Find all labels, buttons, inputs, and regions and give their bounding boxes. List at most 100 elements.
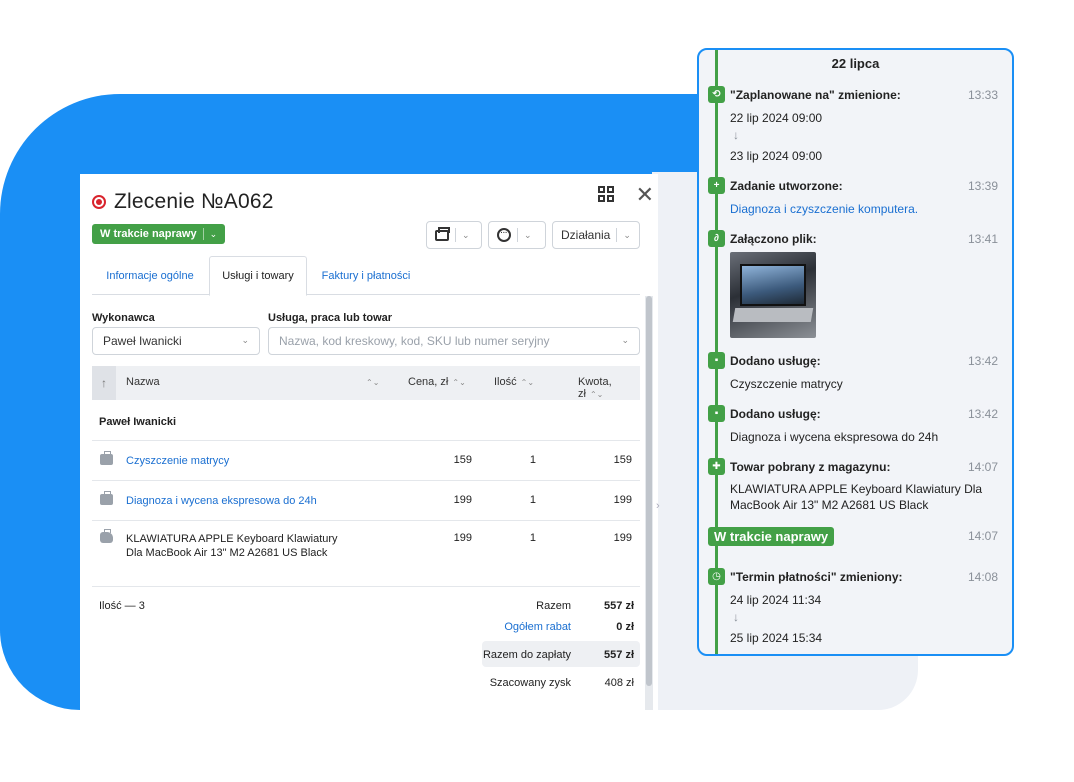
profit-label: Szacowany zysk — [489, 677, 571, 689]
task-link[interactable]: Diagnoza i czyszczenie komputera. — [730, 201, 986, 217]
printer-icon — [435, 226, 450, 241]
timeline-date: 22 lipca — [831, 56, 880, 71]
sort-icon: ⌃⌄ — [452, 378, 466, 387]
briefcase-icon: ▪ — [708, 405, 725, 422]
event-text: Diagnoza i wycena ekspresowa do 24h — [730, 430, 939, 444]
executor-value: Paweł Iwanicki — [103, 334, 182, 348]
item-name-link[interactable]: Czyszczenie matrycy — [126, 454, 356, 468]
item-amount: 199 — [613, 532, 632, 544]
chevron-down-icon: ⌄ — [241, 335, 249, 345]
chat-icon: ··· — [497, 228, 511, 242]
service-placeholder: Nazwa, kod kreskowy, kod, SKU lub numer … — [279, 334, 550, 348]
status-label: W trakcie naprawy — [100, 228, 197, 240]
service-label: Usługa, praca lub towar — [268, 312, 393, 324]
table-row: Czyszczenie matrycy 159 1 159 — [92, 440, 640, 480]
event-time: 14:08 — [967, 570, 998, 584]
tab-general-info[interactable]: Informacje ogólne — [92, 256, 208, 295]
chevron-down-icon: ⌄ — [524, 229, 532, 240]
item-name-link[interactable]: Diagnoza i wycena ekspresowa do 24h — [126, 494, 356, 508]
table-row: Diagnoza i wycena ekspresowa do 24h 199 … — [92, 480, 640, 520]
executor-label: Wykonawca — [92, 312, 155, 324]
event-time: 14:07 — [967, 529, 998, 543]
to-pay-label: Razem do zapłaty — [482, 649, 571, 661]
event-title: Zadanie utworzone: — [730, 179, 843, 193]
table-row: KLAWIATURA APPLE Keyboard Klawiatury Dla… — [92, 520, 640, 587]
record-icon — [92, 195, 106, 209]
discount-link[interactable]: Ogółem rabat — [504, 621, 571, 633]
marketing-stage: Zlecenie №A062 ✕ W trakcie naprawy ⌄ ⌄ ·… — [0, 0, 1074, 782]
puzzle-icon: ✚ — [708, 458, 725, 475]
sort-icon[interactable]: ⌃⌄ — [362, 376, 379, 388]
briefcase-icon: ▪ — [708, 352, 725, 369]
qr-code-icon[interactable] — [598, 186, 614, 202]
event-title: "Zaplanowane na" zmienione: — [730, 88, 901, 102]
down-arrow-icon: ↓ — [733, 610, 739, 624]
event-to: 23 lip 2024 09:00 — [730, 149, 823, 163]
product-puzzle-icon — [100, 529, 113, 543]
order-title: Zlecenie №A062 — [114, 190, 274, 213]
to-pay-value: 557 zł — [604, 649, 634, 661]
group-executor-name: Paweł Iwanicki — [99, 416, 177, 428]
attachment-thumbnail[interactable] — [730, 252, 816, 338]
chevron-down-icon: ⌄ — [623, 229, 631, 240]
table-header: ↑ Nazwa ⌃⌄ Cena, zł ⌃⌄ Ilość ⌃⌄ Kwota, zł ⌃… — [92, 366, 640, 400]
sort-icon: ⌃⌄ — [589, 390, 604, 399]
event-time: 13:42 — [967, 354, 998, 368]
column-qty[interactable]: Ilość ⌃⌄ — [494, 376, 534, 388]
quantity-total: Ilość — 3 — [99, 600, 145, 612]
close-icon[interactable]: ✕ — [636, 182, 654, 208]
event-title: Załączono plik: — [730, 232, 817, 246]
status-badge: W trakcie naprawy — [708, 527, 835, 546]
total-value: 557 zł — [604, 600, 634, 612]
scrollbar-thumb[interactable] — [646, 296, 652, 686]
tab-invoices-payments[interactable]: Faktury i płatności — [308, 256, 424, 295]
toolbar: W trakcie naprawy ⌄ ⌄ ··· ⌄ Działania ⌄ — [92, 221, 640, 249]
chevron-down-icon: ⌄ — [209, 228, 218, 239]
service-search-input[interactable]: Nazwa, kod kreskowy, kod, SKU lub numer … — [268, 327, 640, 355]
title-row: Zlecenie №A062 — [92, 182, 646, 222]
item-qty: 1 — [529, 454, 536, 466]
event-from: 22 lip 2024 09:00 — [730, 111, 823, 125]
event-text: KLAWIATURA APPLE Keyboard Klawiatury Dla… — [730, 482, 983, 512]
event-time: 13:41 — [967, 232, 998, 246]
plus-icon: + — [708, 177, 725, 194]
chevron-right-icon[interactable]: › — [656, 500, 660, 512]
item-price: 199 — [453, 494, 472, 506]
tab-services-goods[interactable]: Usługi i towary — [209, 256, 307, 296]
sort-icon: ⌃⌄ — [520, 378, 535, 387]
calendar-change-icon: ⟲ — [708, 86, 725, 103]
column-name[interactable]: Nazwa — [126, 376, 160, 388]
item-price: 159 — [453, 454, 472, 466]
column-price[interactable]: Cena, zł ⌃⌄ — [408, 376, 466, 388]
actions-label: Działania — [561, 228, 611, 242]
event-from: 24 lip 2024 11:34 — [730, 593, 822, 607]
event-time: 13:39 — [967, 179, 998, 193]
message-button[interactable]: ··· ⌄ — [488, 221, 546, 249]
executor-select[interactable]: Paweł Iwanicki ⌄ — [92, 327, 260, 355]
column-amount[interactable]: Kwota, zł ⌃⌄ — [578, 376, 640, 400]
print-button[interactable]: ⌄ — [426, 221, 482, 249]
event-to: 25 lip 2024 15:34 — [730, 631, 823, 645]
event-text: Czyszczenie matrycy — [730, 377, 843, 391]
event-time: 13:33 — [967, 88, 998, 102]
service-briefcase-icon — [100, 491, 113, 505]
total-label: Razem — [536, 600, 571, 612]
profit-value: 408 zł — [604, 677, 634, 689]
actions-button[interactable]: Działania ⌄ — [552, 221, 640, 249]
event-time: 14:07 — [967, 460, 998, 474]
down-arrow-icon: ↓ — [733, 128, 739, 142]
tab-bar: Informacje ogólne Usługi i towary Faktur… — [92, 256, 640, 296]
paperclip-icon: ∂ — [708, 230, 725, 247]
status-dropdown[interactable]: W trakcie naprawy ⌄ — [92, 224, 226, 244]
discount-value: 0 zł — [616, 621, 634, 633]
chevron-down-icon: ⌄ — [621, 335, 629, 345]
event-time: 13:42 — [967, 407, 998, 421]
event-title: Dodano usługę: — [730, 354, 821, 368]
clock-icon: ◷ — [708, 568, 725, 585]
service-briefcase-icon — [100, 451, 113, 465]
item-qty: 1 — [529, 532, 536, 544]
item-price: 199 — [453, 532, 472, 544]
event-title: "Termin płatności" zmieniony: — [730, 570, 903, 584]
sort-arrow-icon[interactable]: ↑ — [92, 366, 116, 400]
item-qty: 1 — [529, 494, 536, 506]
